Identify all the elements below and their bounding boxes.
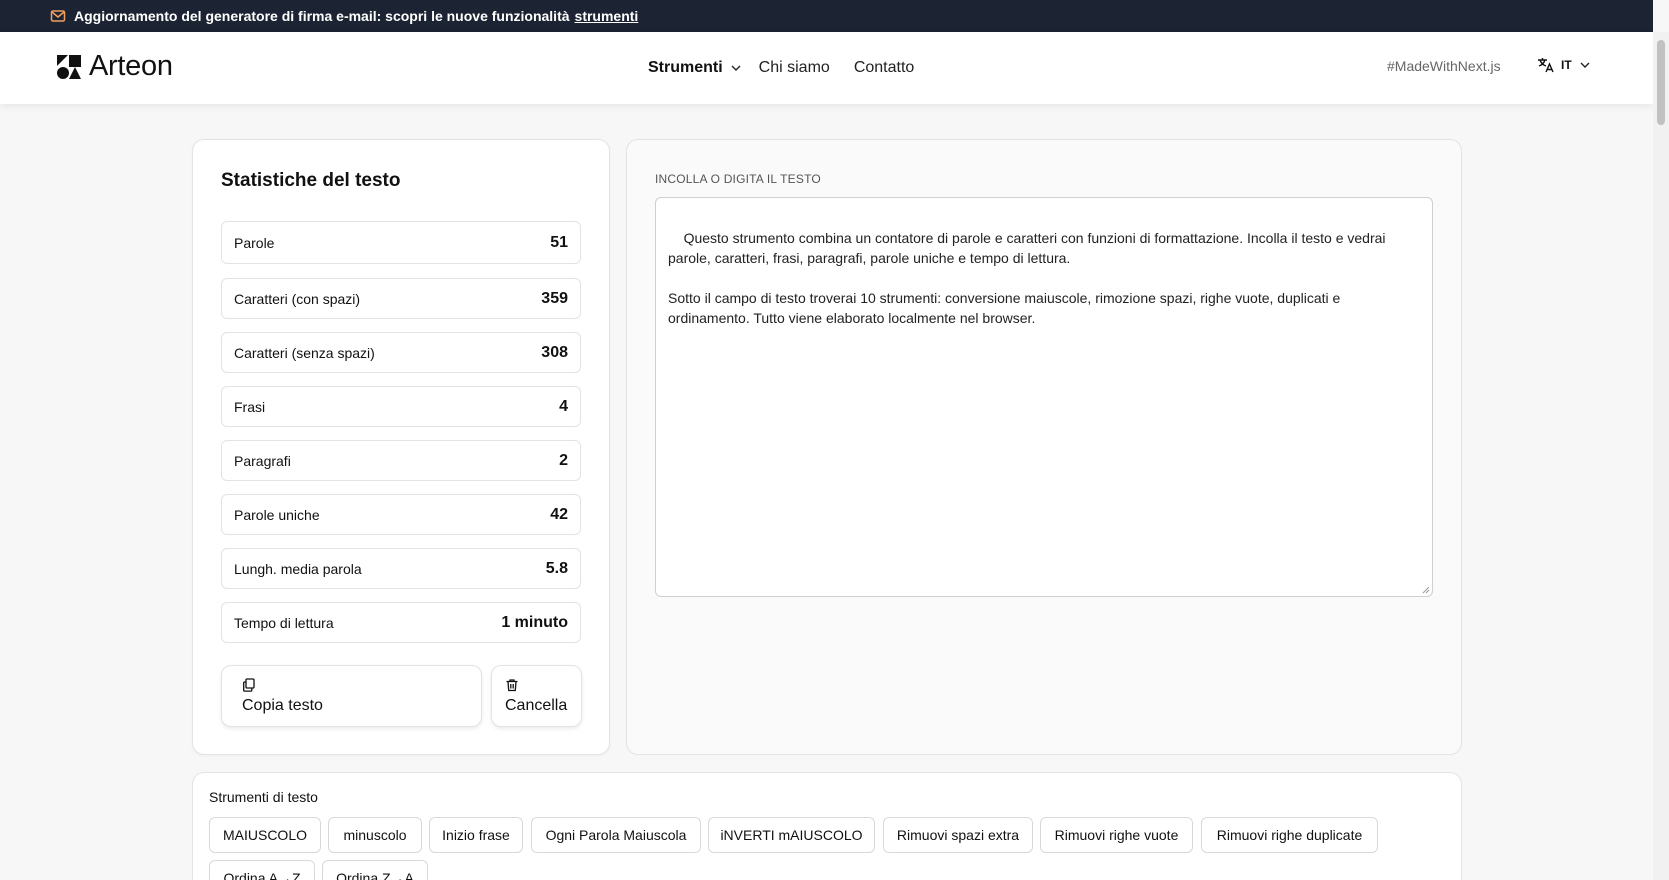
chevron-down-icon (1580, 62, 1590, 68)
tool-sort-a-z-button[interactable]: Ordina A→Z (209, 860, 315, 880)
site-header: Arteon Strumenti Chi siamo Contatto #Mad… (0, 32, 1653, 104)
tool-sort-z-a-button[interactable]: Ordina Z→A (322, 860, 428, 880)
editor-text: Questo strumento combina un contatore di… (668, 230, 1386, 326)
stat-value: 359 (541, 289, 568, 307)
mail-icon (50, 8, 66, 24)
stat-row-parole: Parole 51 (221, 221, 581, 264)
copy-text-label: Copia testo (242, 696, 323, 714)
stat-value: 1 minuto (501, 613, 568, 631)
stat-row-tempo-lettura: Tempo di lettura 1 minuto (221, 602, 581, 643)
stat-row-caratteri-senza-spazi: Caratteri (senza spazi) 308 (221, 332, 581, 373)
copy-icon (243, 677, 255, 692)
tool-invert-case-button[interactable]: iNVERTI mAIUSCOLO (708, 817, 875, 853)
stat-row-lunghezza-media: Lungh. media parola 5.8 (221, 548, 581, 589)
scrollbar-thumb[interactable] (1657, 40, 1665, 125)
stat-value: 51 (550, 233, 568, 251)
stats-title: Statistiche del testo (221, 170, 401, 191)
stat-label: Tempo di lettura (234, 614, 334, 631)
stats-panel: Statistiche del testo Parole 51 Caratter… (192, 139, 610, 755)
tool-remove-duplicate-lines-button[interactable]: Rimuovi righe duplicate (1201, 817, 1378, 853)
tool-lowercase-button[interactable]: minuscolo (328, 817, 422, 853)
announcement-text: Aggiornamento del generatore di firma e-… (74, 8, 570, 24)
stat-value: 308 (541, 343, 568, 361)
copy-text-button[interactable]: Copia testo (221, 665, 482, 727)
main-nav: Strumenti Chi siamo Contatto (648, 32, 914, 104)
stat-value: 42 (550, 505, 568, 523)
page-scrollbar[interactable] (1653, 32, 1669, 880)
stat-value: 4 (559, 397, 568, 415)
stat-label: Parole uniche (234, 506, 320, 523)
nav-item-label: Contatto (853, 59, 915, 76)
stat-label: Caratteri (con spazi) (234, 290, 361, 307)
tool-remove-empty-lines-button[interactable]: Rimuovi righe vuote (1040, 817, 1193, 853)
stat-row-caratteri-con-spazi: Caratteri (con spazi) 359 (221, 278, 581, 319)
stat-value: 5.8 (545, 559, 568, 577)
stat-label: Paragrafi (234, 452, 291, 469)
announcement-bar: Aggiornamento del generatore di firma e-… (0, 0, 1653, 32)
logo-text: Arteon (89, 50, 173, 82)
stat-value: 2 (559, 451, 568, 469)
stat-row-paragrafi: Paragrafi 2 (221, 440, 581, 481)
clear-button[interactable]: Cancella (491, 665, 582, 727)
nav-item-chi-siamo[interactable]: Chi siamo (759, 59, 830, 77)
stat-label: Parole (234, 234, 275, 251)
nav-item-label: Chi siamo (758, 59, 830, 76)
nav-item-label: Strumenti (648, 59, 723, 76)
editor-label: INCOLLA O DIGITA IL TESTO (655, 172, 821, 186)
tools-title: Strumenti di testo (209, 789, 318, 805)
arteon-logo-icon (57, 54, 81, 79)
language-code: IT (1561, 58, 1572, 72)
stat-label: Lungh. media parola (234, 560, 362, 577)
tool-remove-extra-spaces-button[interactable]: Rimuovi spazi extra (883, 817, 1033, 853)
nav-item-strumenti[interactable]: Strumenti (648, 59, 741, 77)
chevron-down-icon (731, 65, 741, 71)
resize-grip-icon[interactable] (1420, 584, 1430, 594)
tool-title-case-button[interactable]: Ogni Parola Maiuscola (531, 817, 701, 853)
clear-label: Cancella (505, 696, 568, 714)
stat-label: Frasi (234, 398, 266, 415)
stat-row-frasi: Frasi 4 (221, 386, 581, 427)
language-selector[interactable]: IT (1537, 56, 1596, 74)
nav-item-contatto[interactable]: Contatto (854, 59, 914, 77)
text-input-area[interactable]: Questo strumento combina un contatore di… (655, 197, 1433, 597)
stat-label: Caratteri (senza spazi) (234, 344, 375, 361)
announcement-link[interactable]: strumenti (575, 8, 639, 24)
translate-icon (1538, 58, 1554, 73)
tool-sentence-case-button[interactable]: Inizio frase (429, 817, 523, 853)
trash-icon (506, 678, 518, 691)
tool-uppercase-button[interactable]: MAIUSCOLO (209, 817, 321, 853)
text-tools-panel: Strumenti di testo MAIUSCOLO minuscolo I… (192, 772, 1462, 880)
editor-panel: INCOLLA O DIGITA IL TESTO Questo strumen… (626, 139, 1462, 755)
made-with-link[interactable]: #MadeWithNext.js (1387, 58, 1501, 74)
logo[interactable]: Arteon (55, 50, 173, 83)
stat-row-parole-uniche: Parole uniche 42 (221, 494, 581, 535)
